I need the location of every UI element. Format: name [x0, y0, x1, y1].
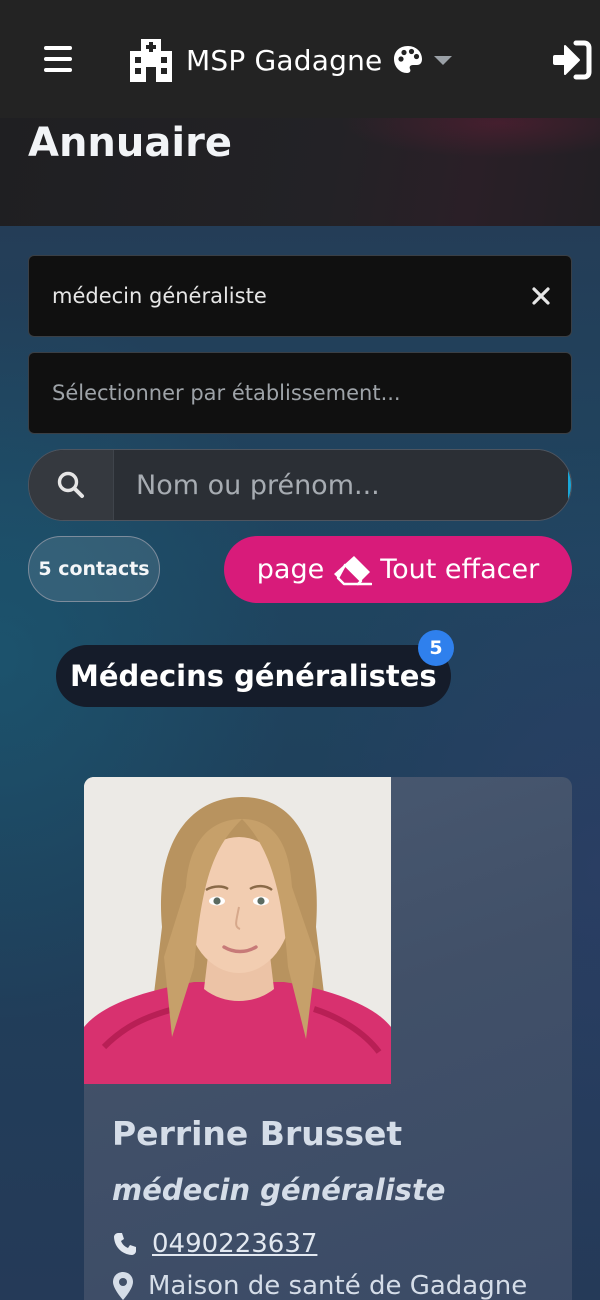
login-button[interactable]	[550, 40, 592, 80]
specialty-selected-value: médecin généraliste	[52, 284, 267, 308]
contact-name: Perrine Brusset	[112, 1114, 403, 1153]
contact-photo	[84, 777, 391, 1084]
contact-phone-row: 0490223637	[112, 1229, 317, 1259]
establishment-select[interactable]: Sélectionner par établissement...	[28, 352, 572, 434]
search-addon	[29, 450, 114, 520]
name-search-input[interactable]	[114, 450, 571, 520]
hamburger-menu-icon[interactable]	[44, 46, 72, 72]
palette-icon	[394, 46, 422, 73]
chevron-down-icon	[434, 55, 452, 65]
contact-card[interactable]: Perrine Brusset médecin généraliste 0490…	[84, 777, 572, 1300]
clear-button-prefix: page	[256, 554, 325, 585]
brand-link[interactable]: MSP Gadagne	[128, 36, 382, 84]
contacts-count-badge: 5 contacts	[28, 536, 160, 602]
specialty-select[interactable]: médecin généraliste	[28, 255, 572, 337]
phone-icon	[114, 1233, 136, 1255]
clear-button-label: Tout effacer	[380, 554, 540, 585]
category-count-badge: 5	[418, 630, 454, 666]
input-focus-edge	[568, 468, 571, 504]
contact-phone-link[interactable]: 0490223637	[152, 1229, 317, 1259]
brand-name: MSP Gadagne	[186, 43, 383, 77]
contact-location-row: Maison de santé de Gadagne	[112, 1271, 527, 1300]
name-search-group	[28, 449, 572, 521]
page-header: Annuaire	[0, 118, 600, 226]
search-icon	[57, 471, 84, 498]
category-heading: Médecins généralistes	[56, 645, 451, 707]
directory-content: médecin généraliste Sélectionner par éta…	[0, 226, 600, 1300]
clinic-building-icon	[130, 39, 172, 82]
establishment-placeholder: Sélectionner par établissement...	[52, 381, 401, 405]
eraser-icon	[334, 555, 373, 585]
map-marker-icon	[113, 1272, 133, 1300]
sign-in-icon	[553, 40, 592, 80]
theme-switcher[interactable]	[392, 42, 452, 78]
clear-all-button[interactable]: page Tout effacer	[224, 536, 572, 603]
contact-role: médecin généraliste	[112, 1173, 446, 1207]
top-navbar: MSP Gadagne	[0, 0, 600, 118]
contact-location: Maison de santé de Gadagne	[148, 1271, 528, 1300]
clear-selection-icon[interactable]	[527, 282, 555, 310]
page-title: Annuaire	[28, 120, 232, 166]
